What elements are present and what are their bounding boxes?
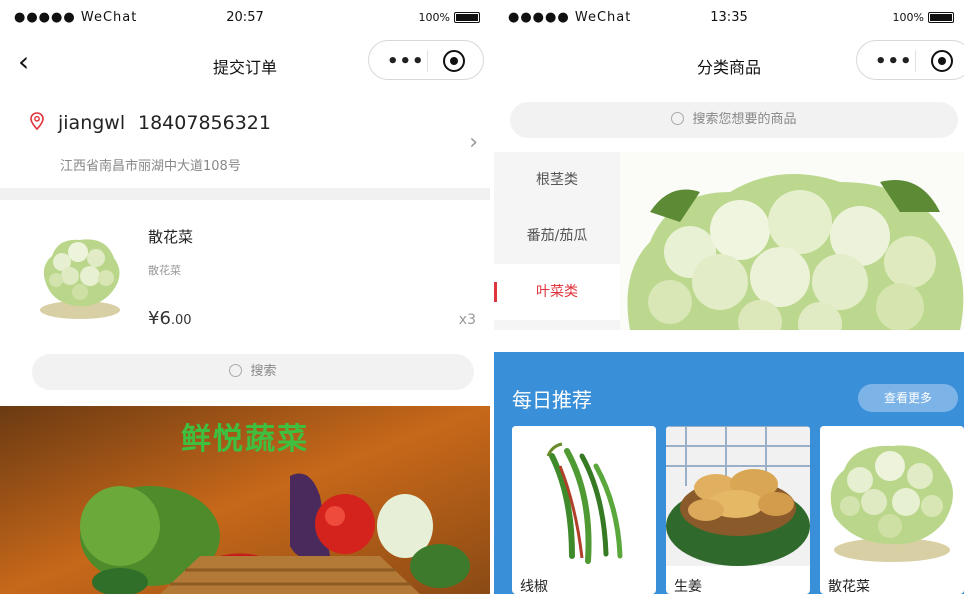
capsule-divider (915, 50, 916, 72)
nav-bar: 分类商品 ••• (494, 38, 964, 90)
product-card[interactable]: 线椒 (512, 426, 656, 594)
search-input[interactable]: 搜索 (32, 354, 474, 390)
search-input[interactable]: 搜索您想要的商品 (510, 102, 958, 138)
battery-icon (454, 12, 480, 23)
product-quantity: x3 (458, 312, 476, 328)
more-dots-icon[interactable]: ••• (387, 51, 425, 72)
price-integer: 6 (159, 308, 171, 329)
product-card[interactable]: 生姜 (666, 426, 810, 594)
order-product-item: 散花菜 散花菜 ¥6.00 x3 (0, 200, 490, 330)
cauliflower-image (820, 426, 964, 566)
shipping-address[interactable]: jiangwl 18407856321 江西省南昌市丽湖中大道108号 › (0, 100, 490, 186)
view-more-button[interactable]: 查看更多 (858, 384, 958, 412)
product-name: 散花菜 (148, 228, 194, 246)
chili-pepper-image (512, 426, 656, 566)
status-bar: ●●●●● WeChat 20:57 100% (0, 0, 490, 38)
miniprogram-capsule: ••• (856, 40, 964, 80)
product-description: 散花菜 (148, 264, 181, 277)
category-label: 根茎类 (536, 172, 578, 188)
cauliflower-thumbnail (40, 239, 120, 319)
category-product-image[interactable] (620, 152, 964, 330)
price-decimal: .00 (170, 313, 192, 328)
home-banner[interactable]: 鲜悦蔬菜 (0, 406, 490, 594)
category-label: 叶菜类 (536, 284, 578, 300)
search-placeholder: 搜索 (250, 364, 277, 379)
category-item-leafy[interactable]: 叶菜类 (494, 264, 620, 320)
product-card-name: 散花菜 (828, 579, 870, 594)
product-card-name: 生姜 (674, 579, 702, 594)
category-item-tomato-eggplant[interactable]: 番茄/茄瓜 (494, 208, 620, 264)
nav-bar: ‹ 提交订单 ••• (0, 38, 490, 90)
chevron-right-icon: › (469, 130, 478, 155)
location-pin-icon (30, 112, 44, 130)
status-bar: ●●●●● WeChat 13:35 100% (494, 0, 964, 38)
category-label: 番茄/茄瓜 (526, 228, 588, 244)
order-screen: ●●●●● WeChat 20:57 100% ‹ 提交订单 ••• jiang… (0, 0, 490, 330)
recipient-phone: 18407856321 (138, 112, 271, 134)
ginger-image (666, 426, 810, 566)
battery-percent: 100% (892, 11, 924, 24)
active-indicator (494, 282, 497, 302)
section-title: 每日推荐 (512, 388, 592, 412)
battery-percent: 100% (418, 11, 450, 24)
category-item-roots[interactable]: 根茎类 (494, 152, 620, 208)
category-sidebar: 根茎类 番茄/茄瓜 叶菜类 (494, 152, 620, 330)
cauliflower-image (627, 174, 964, 330)
product-price: ¥6.00 (148, 308, 192, 329)
recipient-name: jiangwl (58, 112, 126, 134)
miniprogram-capsule: ••• (368, 40, 484, 80)
home-screen: 搜索 鲜悦蔬菜 (0, 342, 490, 594)
search-placeholder: 搜索您想要的商品 (692, 112, 797, 127)
close-target-icon[interactable] (443, 50, 465, 72)
daily-recommend-section: 每日推荐 查看更多 线椒 生姜 散花菜 (494, 352, 964, 594)
battery-icon (928, 12, 954, 23)
capsule-divider (427, 50, 428, 72)
banner-title: 鲜悦蔬菜 (181, 422, 309, 457)
more-dots-icon[interactable]: ••• (875, 51, 913, 72)
category-screen: ●●●●● WeChat 13:35 100% 分类商品 ••• 搜索您想要的商… (494, 0, 964, 330)
section-divider (0, 188, 490, 200)
address-detail: 江西省南昌市丽湖中大道108号 (60, 159, 241, 174)
status-time: 20:57 (226, 10, 264, 25)
currency-symbol: ¥ (148, 308, 160, 329)
product-card-name: 线椒 (520, 579, 548, 594)
close-target-icon[interactable] (931, 50, 953, 72)
search-icon (229, 364, 243, 377)
product-card[interactable]: 散花菜 (820, 426, 964, 594)
search-icon (671, 112, 685, 125)
